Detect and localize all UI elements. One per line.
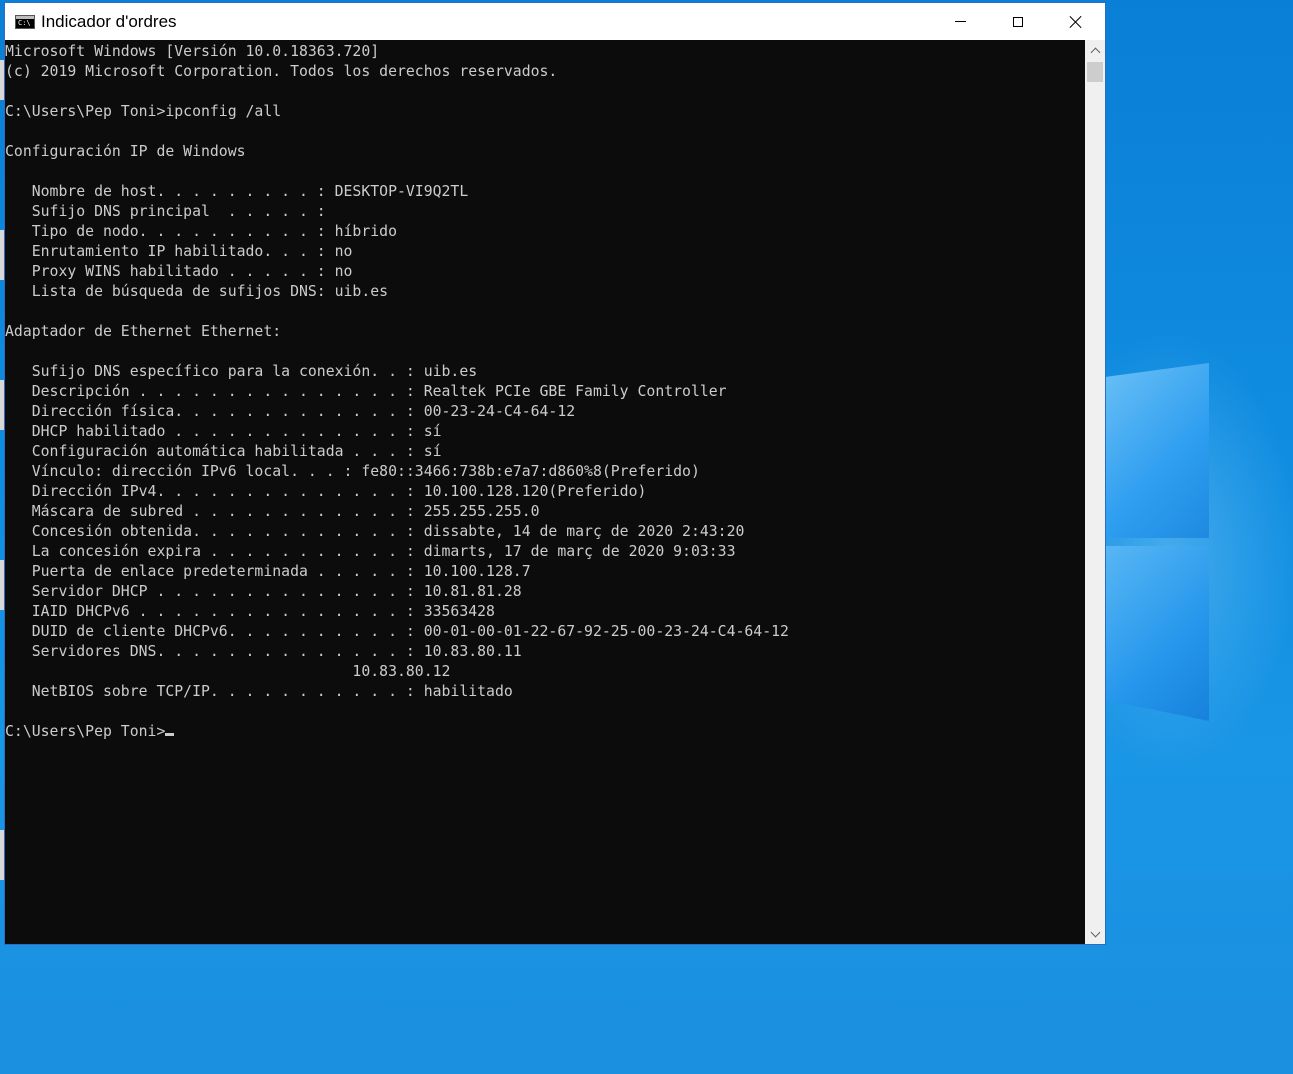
console-line: Adaptador de Ethernet Ethernet:	[5, 323, 282, 340]
console-line: Vínculo: dirección IPv6 local. . . : fe8…	[5, 463, 700, 480]
console-line: Dirección física. . . . . . . . . . . . …	[5, 403, 576, 420]
console-line: Concesión obtenida. . . . . . . . . . . …	[5, 523, 745, 540]
console-line: La concesión expira . . . . . . . . . . …	[5, 543, 736, 560]
console-line: Puerta de enlace predeterminada . . . . …	[5, 563, 531, 580]
console-line: Sufijo DNS específico para la conexión. …	[5, 363, 478, 380]
chevron-up-icon	[1090, 47, 1100, 57]
console-line: Servidores DNS. . . . . . . . . . . . . …	[5, 643, 522, 660]
console-line: Configuración IP de Windows	[5, 143, 246, 160]
windows-logo-upper-pane	[1105, 363, 1209, 538]
command-prompt-window[interactable]: Indicador d'ordres Microsoft Windows [Ve…	[4, 2, 1106, 945]
windows-logo-lower-pane	[1105, 546, 1209, 721]
console-output[interactable]: Microsoft Windows [Versión 10.0.18363.72…	[5, 40, 1085, 944]
maximize-icon	[1013, 16, 1023, 27]
scroll-thumb[interactable]	[1087, 62, 1103, 82]
scroll-down-button[interactable]	[1085, 924, 1105, 944]
window-controls	[931, 3, 1105, 40]
console-line: Sufijo DNS principal . . . . . :	[5, 203, 326, 220]
minimize-button[interactable]	[931, 3, 989, 40]
close-icon	[1069, 15, 1083, 29]
maximize-button[interactable]	[989, 3, 1047, 40]
console-line: DUID de cliente DHCPv6. . . . . . . . . …	[5, 623, 789, 640]
console-line: Proxy WINS habilitado . . . . . : no	[5, 263, 353, 280]
console-line: Servidor DHCP . . . . . . . . . . . . . …	[5, 583, 522, 600]
chevron-down-icon	[1090, 927, 1100, 937]
console-line: DHCP habilitado . . . . . . . . . . . . …	[5, 423, 442, 440]
console-line: NetBIOS sobre TCP/IP. . . . . . . . . . …	[5, 683, 513, 700]
console-line: C:\Users\Pep Toni>	[5, 723, 166, 740]
console-line: Enrutamiento IP habilitado. . . : no	[5, 243, 353, 260]
console-line: IAID DHCPv6 . . . . . . . . . . . . . . …	[5, 603, 495, 620]
window-title: Indicador d'ordres	[41, 11, 177, 31]
console-line: Configuración automática habilitada . . …	[5, 443, 442, 460]
cmd-icon[interactable]	[15, 14, 35, 29]
console-line: (c) 2019 Microsoft Corporation. Todos lo…	[5, 63, 558, 80]
console-text[interactable]: Microsoft Windows [Versión 10.0.18363.72…	[5, 40, 1085, 742]
console-line: Descripción . . . . . . . . . . . . . . …	[5, 383, 727, 400]
vertical-scrollbar[interactable]	[1085, 40, 1105, 944]
scroll-up-button[interactable]	[1085, 40, 1105, 60]
console-line: Dirección IPv4. . . . . . . . . . . . . …	[5, 483, 647, 500]
close-button[interactable]	[1047, 3, 1105, 40]
text-cursor	[165, 733, 175, 736]
console-line: 10.83.80.12	[5, 663, 451, 680]
console-line: Microsoft Windows [Versión 10.0.18363.72…	[5, 43, 380, 60]
console-line: Máscara de subred . . . . . . . . . . . …	[5, 503, 540, 520]
minimize-icon	[954, 21, 966, 22]
console-line: C:\Users\Pep Toni>ipconfig /all	[5, 103, 282, 120]
title-bar[interactable]: Indicador d'ordres	[5, 3, 1105, 40]
console-line: Lista de búsqueda de sufijos DNS: uib.es	[5, 283, 389, 300]
console-line: Nombre de host. . . . . . . . . : DESKTO…	[5, 183, 469, 200]
console-line: Tipo de nodo. . . . . . . . . . : híbrid…	[5, 223, 397, 240]
